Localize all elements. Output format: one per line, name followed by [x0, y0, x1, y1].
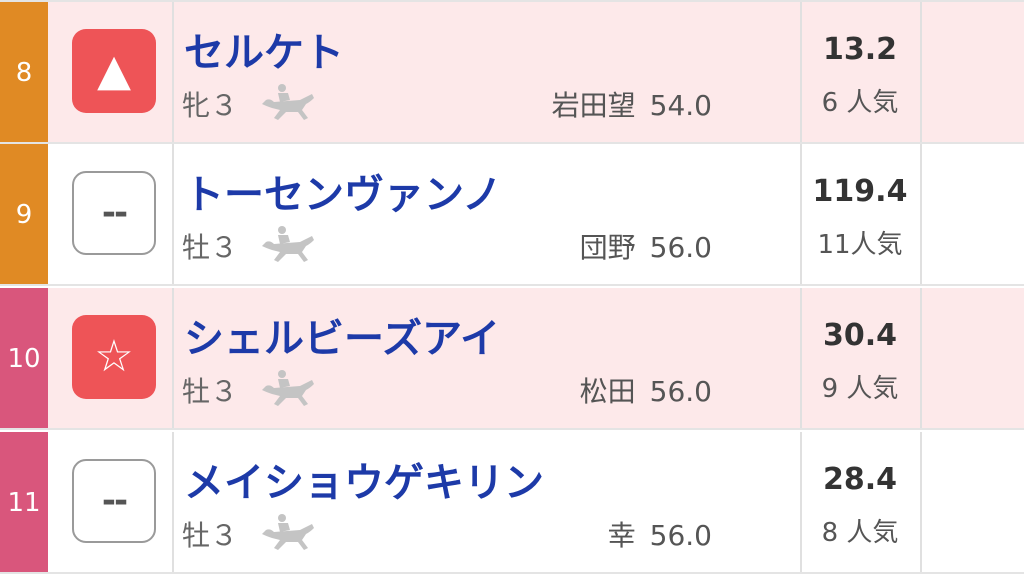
racehorse-icon	[262, 84, 314, 120]
horse-entry-list: 8 ▲ セルケト 牝３ 岩田望 54.0 13.2 6 人気 9 -- トーセンヴ…	[0, 0, 1024, 576]
odds: 30.4	[822, 318, 898, 353]
horse-row[interactable]: 8 ▲ セルケト 牝３ 岩田望 54.0 13.2 6 人気	[0, 2, 1024, 144]
jockey-name: 幸	[607, 519, 636, 552]
divider	[920, 288, 922, 430]
racehorse-icon	[262, 226, 314, 262]
sex-age: 牡３	[182, 375, 239, 408]
no-mark-icon: --	[101, 481, 128, 521]
star-mark-icon: ☆	[94, 331, 134, 382]
divider	[800, 288, 802, 430]
odds: 119.4	[812, 174, 908, 209]
divider	[920, 432, 922, 574]
divider	[172, 288, 174, 430]
popularity: 8 人気	[821, 518, 899, 548]
jockey-weight: 幸 56.0	[608, 514, 712, 554]
top-border	[0, 0, 1024, 2]
triangle-mark-icon: ▲	[97, 45, 131, 96]
popularity: 11人気	[817, 230, 903, 260]
popularity: 6 人気	[821, 88, 899, 118]
horse-name[interactable]: セルケト	[184, 20, 344, 78]
weight: 56.0	[649, 519, 712, 552]
post-number: 11	[0, 432, 48, 574]
jockey-name: 団野	[579, 231, 636, 264]
weight: 56.0	[649, 375, 712, 408]
prediction-mark-button[interactable]: --	[72, 459, 156, 543]
prediction-mark-button[interactable]: ▲	[72, 29, 156, 113]
jockey-name: 松田	[579, 375, 636, 408]
jockey-weight: 岩田望 54.0	[552, 84, 712, 124]
jockey-weight: 団野 56.0	[580, 226, 712, 266]
divider	[172, 432, 174, 574]
horse-row[interactable]: 11 -- メイショウゲキリン 牡３ 幸 56.0 28.4 8 人気	[0, 432, 1024, 574]
row-divider	[0, 572, 1024, 574]
sex-age: 牡３	[182, 231, 239, 264]
odds: 28.4	[822, 462, 898, 497]
post-number: 10	[0, 288, 48, 430]
weight: 56.0	[649, 231, 712, 264]
divider	[800, 432, 802, 574]
horse-row[interactable]: 9 -- トーセンヴァンノ 牡３ 団野 56.0 119.4 11人気	[0, 144, 1024, 286]
row-divider	[0, 428, 1024, 430]
horse-row[interactable]: 10 ☆ シェルビーズアイ 牡３ 松田 56.0 30.4 9 人気	[0, 288, 1024, 430]
horse-name[interactable]: シェルビーズアイ	[184, 306, 500, 364]
divider	[800, 2, 802, 144]
divider	[920, 2, 922, 144]
prediction-mark-button[interactable]: --	[72, 171, 156, 255]
no-mark-icon: --	[101, 193, 128, 233]
sex-age: 牝３	[182, 89, 239, 122]
row-divider	[0, 284, 1024, 286]
horse-name[interactable]: トーセンヴァンノ	[184, 162, 502, 220]
post-number: 9	[0, 144, 48, 286]
divider	[800, 144, 802, 286]
divider	[920, 144, 922, 286]
jockey-weight: 松田 56.0	[580, 370, 712, 410]
post-number: 8	[0, 2, 48, 144]
weight: 54.0	[649, 89, 712, 122]
divider	[172, 2, 174, 144]
popularity: 9 人気	[821, 374, 899, 404]
racehorse-icon	[262, 514, 314, 550]
jockey-name: 岩田望	[551, 89, 636, 122]
divider	[172, 144, 174, 286]
racehorse-icon	[262, 370, 314, 406]
odds: 13.2	[822, 32, 898, 67]
horse-name[interactable]: メイショウゲキリン	[184, 450, 544, 508]
prediction-mark-button[interactable]: ☆	[72, 315, 156, 399]
sex-age: 牡３	[182, 519, 239, 552]
